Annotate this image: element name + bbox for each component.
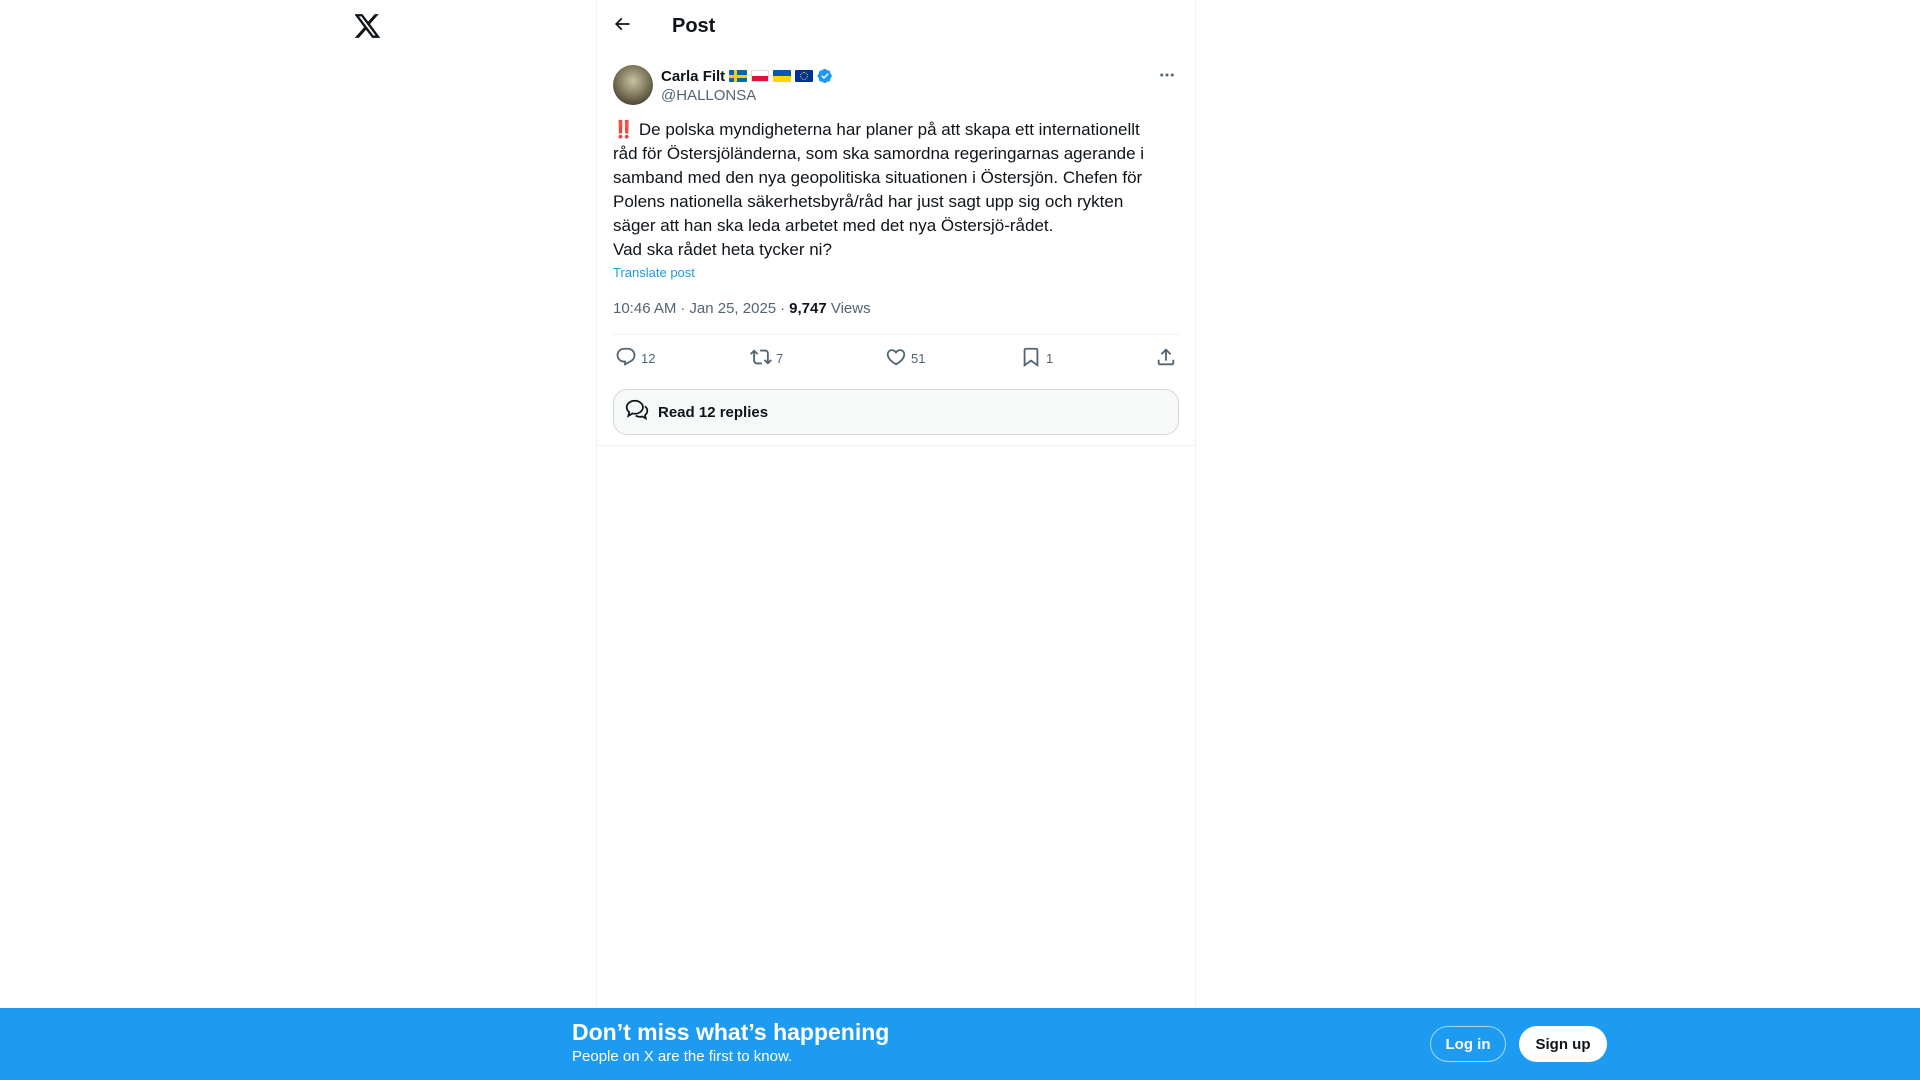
eu-flag-icon [795, 70, 814, 82]
log-in-button[interactable]: Log in [1430, 1026, 1506, 1062]
share-button[interactable] [1155, 346, 1177, 371]
post-body: De polska myndigheterna har planer på at… [613, 120, 1145, 259]
action-bar: 12 7 51 1 [613, 334, 1179, 382]
repost-button[interactable]: 7 [750, 346, 860, 371]
post-text: ‼️ De polska myndigheterna har planer på… [613, 118, 1179, 262]
more-button[interactable] [1155, 65, 1179, 89]
poland-flag-icon [751, 70, 770, 82]
post-date[interactable]: Jan 25, 2025 [689, 300, 776, 317]
divider [597, 445, 1195, 446]
avatar[interactable] [613, 65, 653, 105]
back-arrow-icon [612, 14, 632, 39]
translate-post-link[interactable]: Translate post [613, 265, 695, 280]
banner-title: Don’t miss what’s happening [572, 1019, 890, 1045]
page-header: Post [597, 0, 1195, 53]
double-exclamation-icon: ‼️ [613, 120, 635, 139]
author-info: Carla Filt @HALLONSA [661, 65, 833, 104]
verified-badge-icon [817, 68, 833, 84]
bookmark-count: 1 [1046, 351, 1054, 366]
reply-button[interactable]: 12 [615, 346, 725, 371]
read-replies-button[interactable]: Read 12 replies [613, 389, 1179, 435]
author-handle[interactable]: @HALLONSA [661, 87, 833, 104]
repost-count: 7 [776, 351, 784, 366]
sign-up-button[interactable]: Sign up [1519, 1026, 1607, 1062]
post: Carla Filt @HALLONSA ‼️ De polska myndig… [597, 65, 1195, 435]
read-replies-label: Read 12 replies [658, 403, 769, 421]
name-line: Carla Filt [661, 66, 833, 86]
reply-icon [615, 346, 637, 371]
post-meta: 10:46 AM · Jan 25, 2025 · 9,747 Views [613, 298, 1179, 318]
more-icon [1158, 66, 1176, 89]
page-title: Post [672, 15, 716, 37]
views-label: Views [830, 299, 871, 317]
repost-icon [750, 346, 772, 371]
views-count: 9,747 [789, 299, 827, 317]
bookmark-icon [1020, 346, 1042, 371]
share-icon [1155, 346, 1177, 371]
banner-subtitle: People on X are the first to know. [572, 1048, 793, 1065]
author-row: Carla Filt @HALLONSA [613, 65, 1179, 105]
bookmark-button[interactable]: 1 [1020, 346, 1130, 371]
like-count: 51 [911, 351, 926, 366]
ukraine-flag-icon [773, 70, 792, 82]
x-logo-icon[interactable] [352, 10, 384, 42]
back-button[interactable] [605, 10, 639, 44]
speech-bubbles-icon [624, 397, 650, 428]
like-icon [885, 346, 907, 371]
reply-count: 12 [641, 351, 656, 366]
signup-banner: Don’t miss what’s happening People on X … [0, 1008, 1920, 1080]
post-time[interactable]: 10:46 AM [613, 300, 676, 317]
meta-separator: · [680, 299, 686, 317]
meta-separator: · [780, 299, 786, 317]
main-column: Post Carla Filt @HALLONSA ‼️ De polska m… [596, 0, 1196, 1080]
like-button[interactable]: 51 [885, 346, 995, 371]
author-display-name[interactable]: Carla Filt [661, 68, 725, 85]
sweden-flag-icon [729, 70, 748, 82]
